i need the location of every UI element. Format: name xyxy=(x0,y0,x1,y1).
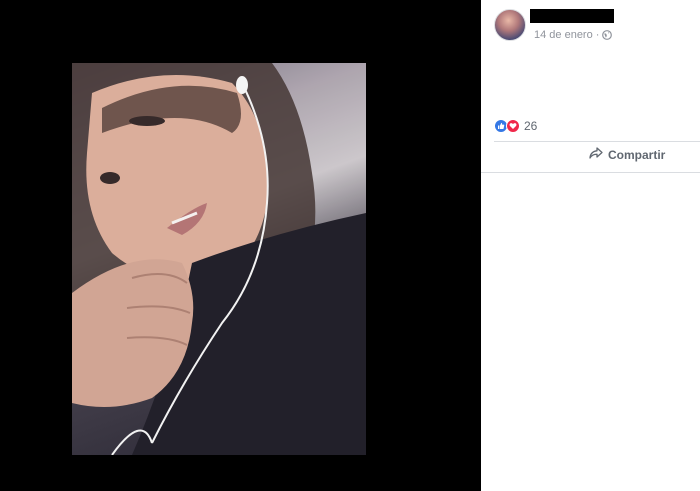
share-label: Compartir xyxy=(608,147,666,162)
reactions-summary[interactable]: 26 xyxy=(494,119,537,133)
reaction-count: 26 xyxy=(524,119,538,133)
divider xyxy=(481,172,700,173)
author-name-redacted xyxy=(530,9,614,23)
divider xyxy=(494,141,700,142)
share-arrow-icon xyxy=(589,147,603,162)
globe-icon[interactable] xyxy=(602,30,613,40)
post-date[interactable]: 14 de enero xyxy=(534,29,593,41)
love-icon xyxy=(506,119,520,133)
post-side-panel: 14 de enero · 26 Compartir xyxy=(481,0,700,491)
avatar[interactable] xyxy=(494,9,526,41)
share-button[interactable]: Compartir xyxy=(589,147,665,162)
post-meta: 14 de enero · xyxy=(534,29,613,41)
meta-separator: · xyxy=(595,29,600,41)
photo-viewer xyxy=(0,0,481,491)
post-photo[interactable] xyxy=(72,63,366,455)
